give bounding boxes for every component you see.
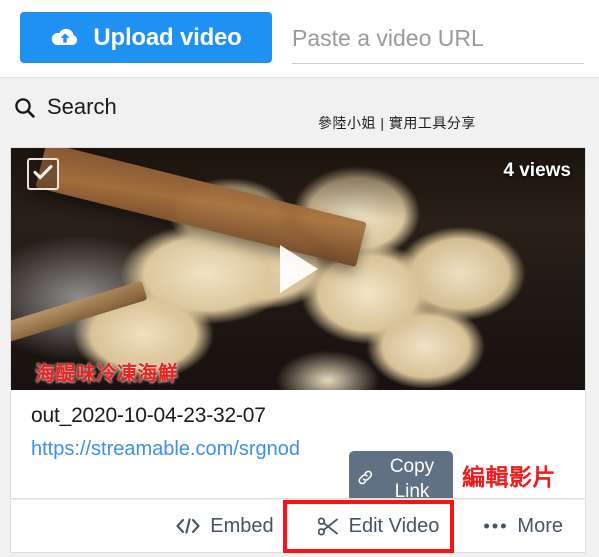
code-icon [176,518,200,534]
search-row: Search [0,78,599,145]
copy-link-label: Copy Link [389,456,435,499]
top-bar: Upload video [0,0,599,78]
search-label: Search [47,94,117,119]
search-input[interactable]: Search [14,94,117,120]
upload-video-button[interactable]: Upload video [20,12,272,63]
more-button[interactable]: More [461,500,585,552]
play-triangle-icon[interactable] [276,243,322,295]
video-title: out_2020-10-04-23-32-07 [31,404,266,427]
video-url-field-wrapper [292,14,584,64]
channel-name: 參陸小姐 | 實用工具分享 [318,115,476,131]
more-label: More [517,514,563,537]
ellipsis-icon [483,522,507,530]
check-icon [33,164,53,185]
search-icon [14,97,35,118]
edit-video-button[interactable]: Edit Video [296,500,462,552]
link-icon [357,467,374,492]
copy-link-button[interactable]: Copy Link [349,451,453,499]
upload-video-label: Upload video [93,23,242,51]
edit-video-label: Edit Video [348,514,440,537]
video-watermark: 海醍味冷凍海鮮 [35,363,179,385]
video-thumbnail[interactable]: 4 views 海醍味冷凍海鮮 [11,148,585,390]
video-url-link[interactable]: https://streamable.com/srgnod [31,438,300,460]
view-count: 4 views [503,160,571,181]
video-url-input[interactable] [292,14,584,63]
embed-button[interactable]: Embed [154,500,295,552]
scissors-icon [317,517,339,536]
video-card: 4 views 海醍味冷凍海鮮 out_2020-10-04-23-32-07 … [10,147,586,499]
video-action-bar: Embed Edit Video More [10,500,586,553]
cloud-upload-icon [50,26,80,50]
edit-video-annotation: 編輯影片 [462,464,556,490]
embed-label: Embed [210,514,274,537]
video-select-checkbox[interactable] [27,158,59,190]
